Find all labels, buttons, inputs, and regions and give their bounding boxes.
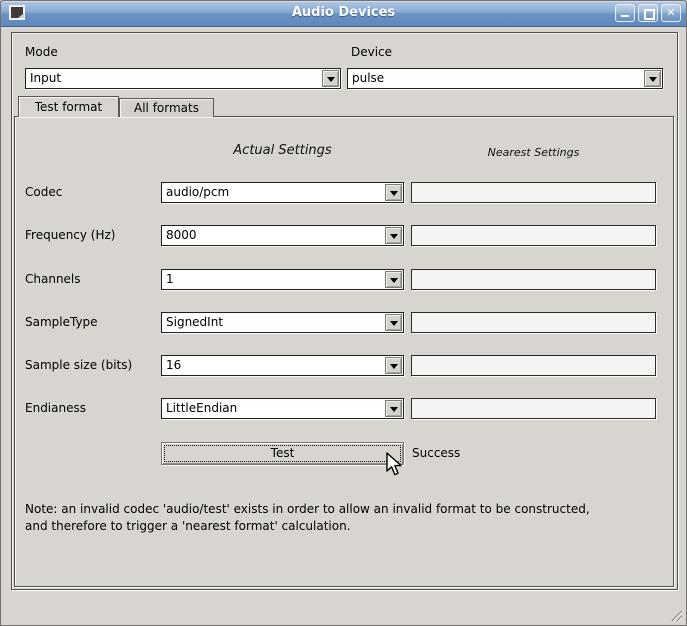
audio-devices-window: Audio Devices ✕ Mode Input Device pulse … xyxy=(0,0,687,626)
channels-dropdown-button[interactable] xyxy=(385,271,402,288)
chevron-down-icon xyxy=(649,77,657,82)
channels-label: Channels xyxy=(25,272,81,286)
sampletype-nearest-field xyxy=(411,312,656,333)
maximize-icon xyxy=(644,9,655,20)
minimize-button[interactable] xyxy=(615,4,635,22)
frequency-nearest-field xyxy=(411,225,656,246)
actual-settings-header: Actual Settings xyxy=(161,143,404,158)
codec-nearest-field xyxy=(411,182,656,203)
status-text: Success xyxy=(412,446,460,460)
sampletype-combobox[interactable]: SignedInt xyxy=(161,312,404,333)
codec-value: audio/pcm xyxy=(166,185,229,199)
endianess-value: LittleEndian xyxy=(166,401,237,415)
mode-label: Mode xyxy=(25,45,58,59)
minimize-icon xyxy=(621,15,629,17)
window-title: Audio Devices xyxy=(1,5,686,20)
close-button[interactable]: ✕ xyxy=(661,4,681,22)
chevron-down-icon xyxy=(390,321,398,326)
maximize-button[interactable] xyxy=(638,4,658,22)
device-value: pulse xyxy=(352,71,384,85)
codec-label: Codec xyxy=(25,185,62,199)
frequency-label: Frequency (Hz) xyxy=(25,228,116,242)
endianess-combobox[interactable]: LittleEndian xyxy=(161,398,404,419)
window-controls: ✕ xyxy=(615,4,681,22)
mode-dropdown-button[interactable] xyxy=(322,70,339,87)
chevron-down-icon xyxy=(390,364,398,369)
device-dropdown-button[interactable] xyxy=(644,70,661,87)
samplesize-label: Sample size (bits) xyxy=(25,358,132,372)
note-line-1: Note: an invalid codec 'audio/test' exis… xyxy=(25,501,590,518)
nearest-settings-header: Nearest Settings xyxy=(411,146,656,159)
codec-combobox[interactable]: audio/pcm xyxy=(161,182,404,203)
channels-combobox[interactable]: 1 xyxy=(161,269,404,290)
frequency-combobox[interactable]: 8000 xyxy=(161,225,404,246)
chevron-down-icon xyxy=(390,234,398,239)
endianess-dropdown-button[interactable] xyxy=(385,400,402,417)
chevron-down-icon xyxy=(390,191,398,196)
title-bar[interactable]: Audio Devices ✕ xyxy=(1,1,686,27)
device-label: Device xyxy=(351,45,392,59)
close-icon: ✕ xyxy=(666,6,675,19)
samplesize-combobox[interactable]: 16 xyxy=(161,355,404,376)
frequency-value: 8000 xyxy=(166,228,197,242)
test-button[interactable]: Test xyxy=(161,442,404,465)
chevron-down-icon xyxy=(390,278,398,283)
channels-value: 1 xyxy=(166,272,174,286)
sampletype-dropdown-button[interactable] xyxy=(385,314,402,331)
mode-value: Input xyxy=(30,71,61,85)
samplesize-nearest-field xyxy=(411,355,656,376)
device-combobox[interactable]: pulse xyxy=(347,68,663,89)
mouse-cursor-icon xyxy=(385,452,403,478)
samplesize-value: 16 xyxy=(166,358,181,372)
endianess-label: Endianess xyxy=(25,401,86,415)
resize-grip[interactable] xyxy=(668,607,682,621)
chevron-down-icon xyxy=(327,77,335,82)
note-text: Note: an invalid codec 'audio/test' exis… xyxy=(25,501,590,535)
tab-all-formats[interactable]: All formats xyxy=(119,98,214,117)
endianess-nearest-field xyxy=(411,398,656,419)
chevron-down-icon xyxy=(390,407,398,412)
sampletype-label: SampleType xyxy=(25,315,98,329)
note-line-2: and therefore to trigger a 'nearest form… xyxy=(25,518,590,535)
mode-combobox[interactable]: Input xyxy=(25,68,341,89)
codec-dropdown-button[interactable] xyxy=(385,184,402,201)
frequency-dropdown-button[interactable] xyxy=(385,227,402,244)
channels-nearest-field xyxy=(411,269,656,290)
samplesize-dropdown-button[interactable] xyxy=(385,357,402,374)
sampletype-value: SignedInt xyxy=(166,315,223,329)
tab-test-format[interactable]: Test format xyxy=(18,96,119,117)
